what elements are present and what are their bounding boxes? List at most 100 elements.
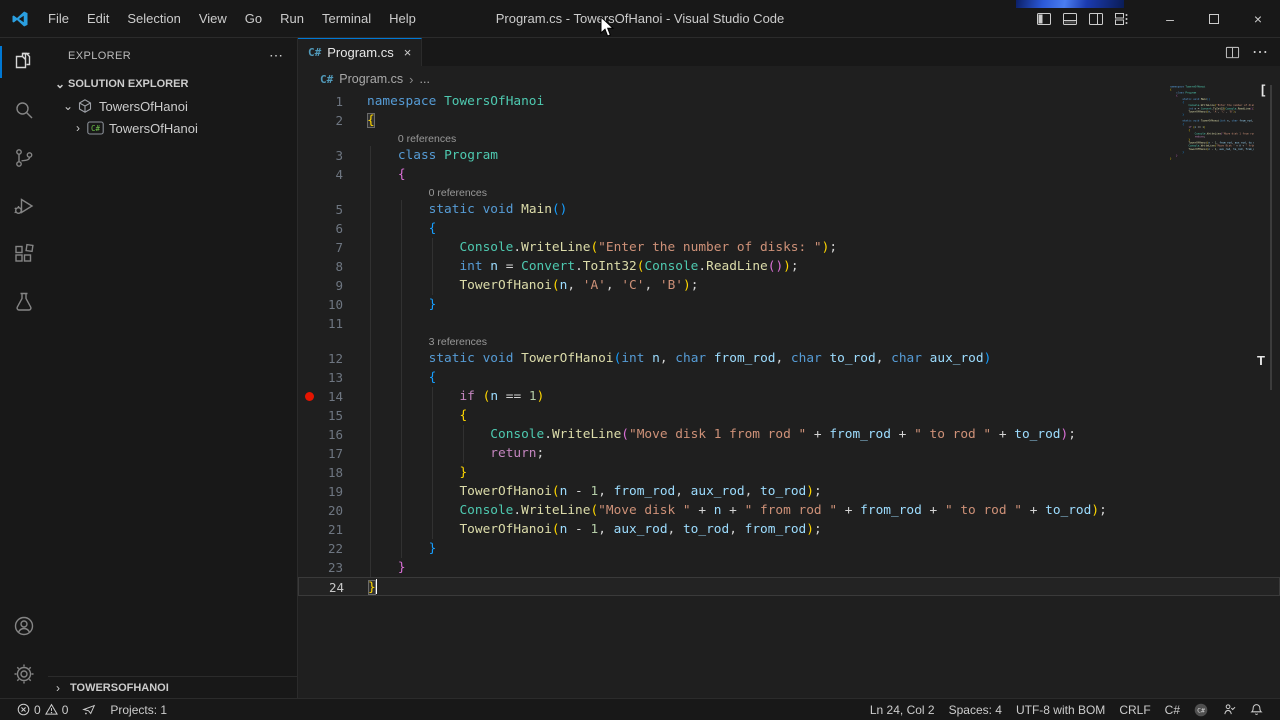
gutter[interactable]: 21 <box>298 520 367 539</box>
menu-selection[interactable]: Selection <box>118 6 189 32</box>
eol-status[interactable]: CRLF <box>1112 699 1157 720</box>
code-line-10[interactable]: 10 } <box>298 295 1280 314</box>
code-line-4[interactable]: 4 { <box>298 165 1280 184</box>
code-line-8[interactable]: 8 int n = Convert.ToInt32(Console.ReadLi… <box>298 257 1280 276</box>
explorer-more-actions-icon[interactable]: ⋯ <box>263 47 289 64</box>
code-line-15[interactable]: 15 { <box>298 406 1280 425</box>
gutter[interactable]: 19 <box>298 482 367 501</box>
code-line-1[interactable]: 1namespace TowersOfHanoi <box>298 92 1280 111</box>
menu-edit[interactable]: Edit <box>78 6 118 32</box>
close-window-button[interactable]: × <box>1236 0 1280 37</box>
code-line-5[interactable]: 5 static void Main() <box>298 200 1280 219</box>
code-line-16[interactable]: 16 Console.WriteLine("Move disk 1 from r… <box>298 425 1280 444</box>
gutter[interactable]: 1 <box>298 92 367 111</box>
menu-file[interactable]: File <box>39 6 78 32</box>
code-line-13[interactable]: 13 { <box>298 368 1280 387</box>
section-towersofhanoi-folder[interactable]: › TOWERSOFHANOI <box>48 676 297 698</box>
gutter[interactable]: 24 <box>299 578 368 595</box>
gutter[interactable]: 18 <box>298 463 367 482</box>
editor-scrollbar[interactable] <box>1270 85 1272 390</box>
csharp-devkit-status[interactable]: C# <box>1187 699 1215 720</box>
gutter[interactable]: 6 <box>298 219 367 238</box>
gutter[interactable]: 16 <box>298 425 367 444</box>
code-line-20[interactable]: 20 Console.WriteLine("Move disk " + n + … <box>298 501 1280 520</box>
gutter[interactable]: 17 <box>298 444 367 463</box>
cursor-position-status[interactable]: Ln 24, Col 2 <box>863 699 942 720</box>
explorer-icon[interactable] <box>0 38 48 86</box>
tree-item-towersofhanoi-0[interactable]: ⌄TowersOfHanoi <box>48 95 297 117</box>
code-line-17[interactable]: 17 return; <box>298 444 1280 463</box>
feedback-status[interactable] <box>1215 699 1243 720</box>
account-icon[interactable] <box>0 602 48 650</box>
settings-gear-icon[interactable] <box>0 650 48 698</box>
problems-indicator[interactable]: 0 0 <box>10 699 75 720</box>
source-control-icon[interactable] <box>0 134 48 182</box>
breakpoint-icon[interactable] <box>305 392 314 401</box>
gutter[interactable]: 5 <box>298 200 367 219</box>
minimize-button[interactable]: – <box>1148 0 1192 37</box>
code-line-19[interactable]: 19 TowerOfHanoi(n - 1, from_rod, aux_rod… <box>298 482 1280 501</box>
codelens-references[interactable]: 3 references <box>298 333 1280 349</box>
code-line-9[interactable]: 9 TowerOfHanoi(n, 'A', 'C', 'B'); <box>298 276 1280 295</box>
encoding-status[interactable]: UTF-8 with BOM <box>1009 699 1112 720</box>
gutter[interactable]: 8 <box>298 257 367 276</box>
breadcrumb-file[interactable]: Program.cs <box>339 72 403 86</box>
breadcrumb-symbol[interactable]: ... <box>420 72 430 86</box>
codelens-references[interactable]: 0 references <box>298 184 1280 200</box>
code-line-3[interactable]: 3 class Program <box>298 146 1280 165</box>
minimap[interactable]: namespace TowersOfHanoi{ class Program {… <box>1170 85 1254 205</box>
toggle-secondary-sidebar-icon[interactable] <box>1088 11 1104 27</box>
code-line-22[interactable]: 22 } <box>298 539 1280 558</box>
run-debug-icon[interactable] <box>0 182 48 230</box>
close-tab-icon[interactable]: × <box>404 45 412 60</box>
code-editor[interactable]: 1namespace TowersOfHanoi2{ 0 references3… <box>298 92 1280 698</box>
gutter[interactable]: 10 <box>298 295 367 314</box>
tab-program-cs[interactable]: C# Program.cs × <box>298 38 422 66</box>
gutter[interactable]: 15 <box>298 406 367 425</box>
code-line-7[interactable]: 7 Console.WriteLine("Enter the number of… <box>298 238 1280 257</box>
gutter[interactable]: 14 <box>298 387 367 406</box>
code-line-24[interactable]: 24} <box>298 577 1280 596</box>
gutter[interactable]: 4 <box>298 165 367 184</box>
gutter[interactable]: 11 <box>298 314 367 333</box>
gutter[interactable]: 23 <box>298 558 367 577</box>
launch-status[interactable] <box>75 699 103 720</box>
extensions-icon[interactable] <box>0 230 48 278</box>
search-icon[interactable] <box>0 86 48 134</box>
code-line-2[interactable]: 2{ <box>298 111 1280 130</box>
customize-layout-icon[interactable] <box>1114 11 1130 27</box>
code-line-11[interactable]: 11 <box>298 314 1280 333</box>
code-line-14[interactable]: 14 if (n == 1) <box>298 387 1280 406</box>
maximize-button[interactable] <box>1192 0 1236 37</box>
menu-run[interactable]: Run <box>271 6 313 32</box>
section-solution-explorer[interactable]: ⌄ SOLUTION EXPLORER <box>48 73 297 95</box>
menu-view[interactable]: View <box>190 6 236 32</box>
menu-go[interactable]: Go <box>236 6 271 32</box>
toggle-panel-icon[interactable] <box>1062 11 1078 27</box>
editor-more-actions-icon[interactable]: ⋯ <box>1252 42 1268 62</box>
gutter[interactable]: 22 <box>298 539 367 558</box>
gutter[interactable]: 20 <box>298 501 367 520</box>
gutter[interactable]: 2 <box>298 111 367 130</box>
code-line-6[interactable]: 6 { <box>298 219 1280 238</box>
codelens-references[interactable]: 0 references <box>298 130 1280 146</box>
gutter[interactable]: 3 <box>298 146 367 165</box>
testing-icon[interactable] <box>0 278 48 326</box>
gutter[interactable]: 9 <box>298 276 367 295</box>
code-line-12[interactable]: 12 static void TowerOfHanoi(int n, char … <box>298 349 1280 368</box>
menu-terminal[interactable]: Terminal <box>313 6 380 32</box>
toggle-sidebar-icon[interactable] <box>1036 11 1052 27</box>
gutter[interactable]: 13 <box>298 368 367 387</box>
language-mode-status[interactable]: C# <box>1158 699 1187 720</box>
menu-help[interactable]: Help <box>380 6 425 32</box>
code-line-18[interactable]: 18 } <box>298 463 1280 482</box>
code-line-21[interactable]: 21 TowerOfHanoi(n - 1, aux_rod, to_rod, … <box>298 520 1280 539</box>
indentation-status[interactable]: Spaces: 4 <box>942 699 1009 720</box>
notifications-status[interactable] <box>1243 699 1270 720</box>
gutter[interactable]: 7 <box>298 238 367 257</box>
projects-status[interactable]: Projects: 1 <box>103 699 174 720</box>
code-line-23[interactable]: 23 } <box>298 558 1280 577</box>
tree-item-towersofhanoi-1[interactable]: ›C#TowersOfHanoi <box>48 117 297 139</box>
split-editor-icon[interactable] <box>1225 45 1240 60</box>
gutter[interactable]: 12 <box>298 349 367 368</box>
